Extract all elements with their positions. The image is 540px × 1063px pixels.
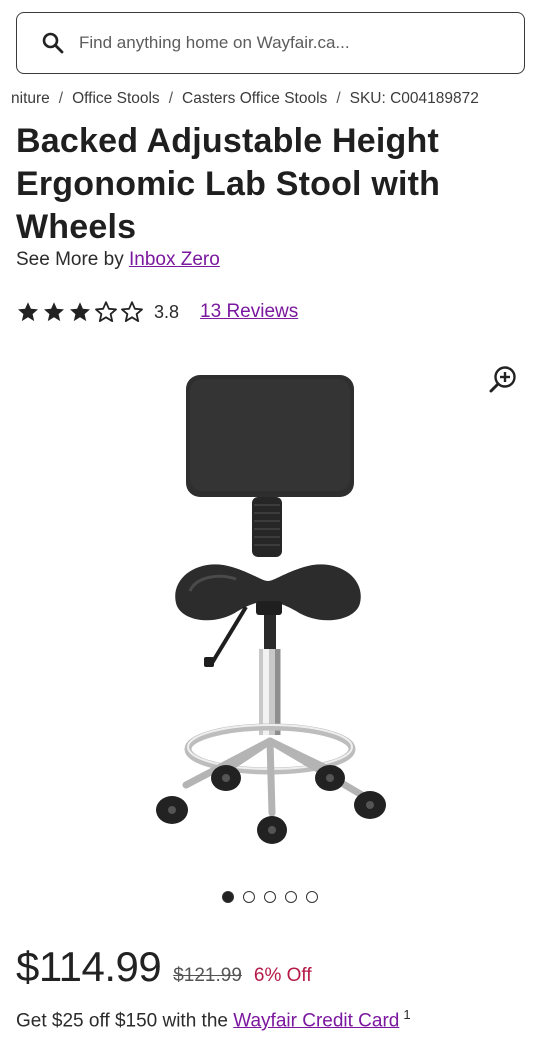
search-input[interactable] [79,33,479,53]
product-title: Backed Adjustable Height Ergonomic Lab S… [16,122,441,246]
breadcrumb-item-casters-office-stools[interactable]: Casters Office Stools [182,90,327,108]
breadcrumb-item-furniture[interactable]: niture [11,90,50,108]
carousel-dot[interactable] [285,891,297,903]
carousel-dot[interactable] [306,891,318,903]
credit-card-link[interactable]: Wayfair Credit Card [233,1010,399,1031]
star-empty-icon [95,301,117,322]
carousel-dot[interactable] [264,891,276,903]
star-rating [16,300,144,324]
reviews-link[interactable]: 13 Reviews [200,301,298,323]
credit-card-offer: Get $25 off $150 with the Wayfair Credit… [16,1007,411,1032]
image-carousel-dots [222,891,318,903]
star-filled-icon [18,302,38,322]
rating-summary[interactable]: 3.8 13 Reviews [16,298,298,326]
see-more-label: See More by [16,249,129,270]
see-more-by: See More by Inbox Zero [16,249,220,271]
star-filled-icon [44,302,64,322]
search-icon [42,32,64,54]
star-empty-icon [121,301,143,322]
sale-price: $114.99 [16,943,162,990]
breadcrumb-separator: / [168,90,173,107]
rating-value: 3.8 [154,301,180,322]
breadcrumb-item-office-stools[interactable]: Office Stools [72,90,160,108]
discount-badge: 6% Off [253,965,312,986]
brand-link[interactable]: Inbox Zero [129,249,220,270]
star-filled-icon [70,302,90,322]
price-row: $114.99 $121.99 6% Off [16,943,312,991]
footnote-marker[interactable]: 1 [403,1007,410,1022]
carousel-dot[interactable] [222,891,234,903]
carousel-dot[interactable] [243,891,255,903]
original-price: $121.99 [173,965,242,986]
zoom-in-icon[interactable] [488,365,518,395]
product-image[interactable] [0,345,540,875]
breadcrumb-separator: / [58,90,64,107]
search-bar[interactable] [16,12,525,74]
breadcrumb-sku: SKU: C004189872 [349,90,479,107]
breadcrumb-separator: / [336,90,341,107]
credit-offer-text: Get $25 off $150 with the [16,1010,234,1032]
breadcrumb: niture / Office Stools / Casters Office … [11,90,479,108]
